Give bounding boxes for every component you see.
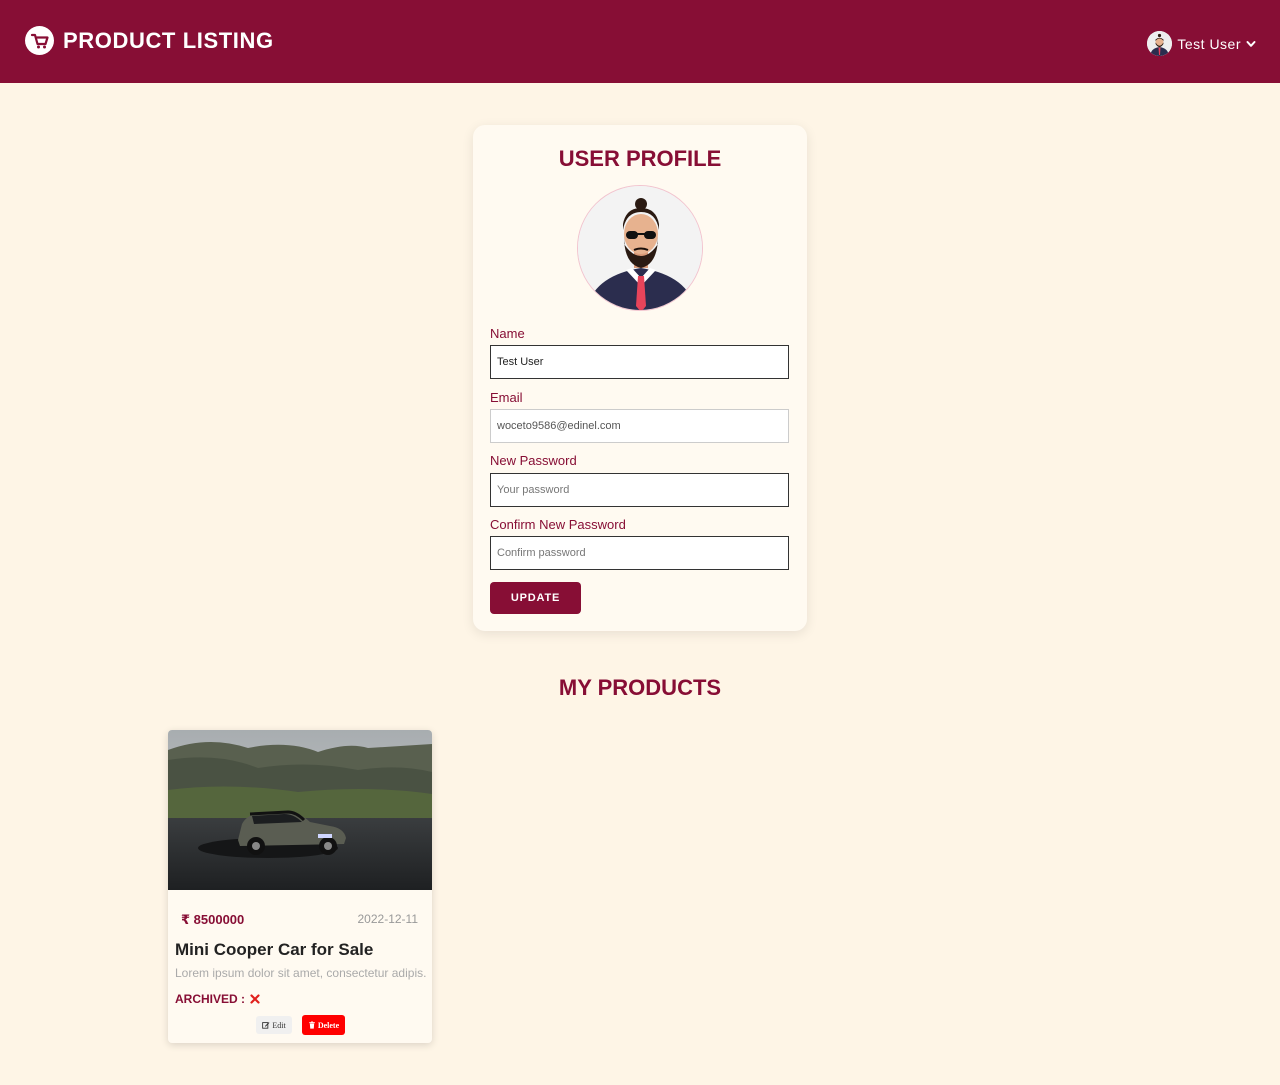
avatar (1147, 31, 1173, 56)
trash-icon (309, 1021, 315, 1029)
brand-title: PRODUCT LISTING (63, 27, 274, 53)
user-menu[interactable]: Test User (1147, 31, 1256, 56)
product-name[interactable]: Mini Cooper Car for Sale (175, 940, 373, 960)
page-title: USER PROFILE (558, 146, 722, 171)
user-name: Test User (1177, 35, 1241, 52)
update-button[interactable]: UPDATE (490, 582, 581, 614)
new-password-label: New Password (490, 453, 577, 468)
product-card: ₹ 8500000 2022-12-11 Mini Cooper Car for… (168, 730, 432, 1043)
email-label: Email (490, 390, 523, 405)
delete-label: Delete (317, 1020, 340, 1030)
brand[interactable]: PRODUCT LISTING (25, 26, 274, 55)
cart-logo-icon (25, 26, 54, 55)
profile-avatar (577, 185, 703, 311)
archived-status: ARCHIVED : (175, 992, 260, 1006)
edit-label: Edit (272, 1020, 286, 1030)
email-field[interactable] (490, 409, 789, 443)
product-image[interactable] (168, 730, 432, 890)
product-price: ₹ 8500000 (181, 912, 245, 927)
archived-label: ARCHIVED : (175, 992, 246, 1006)
name-input[interactable] (490, 345, 789, 379)
name-label: Name (490, 326, 525, 341)
delete-button[interactable]: Delete (302, 1015, 345, 1035)
product-date: 2022-12-11 (357, 912, 419, 926)
product-description: Lorem ipsum dolor sit amet, consectetur … (175, 966, 427, 980)
section-title-my-products: MY PRODUCTS (558, 675, 722, 700)
chevron-down-icon (1246, 40, 1256, 47)
confirm-password-input[interactable] (490, 536, 789, 570)
navbar: PRODUCT LISTING Test User (0, 0, 1280, 83)
new-password-input[interactable] (490, 473, 789, 507)
edit-icon (262, 1022, 270, 1029)
profile-card: USER PROFILE Name Email New Password Con… (473, 125, 807, 631)
confirm-password-label: Confirm New Password (490, 517, 626, 532)
edit-button[interactable]: Edit (256, 1016, 292, 1034)
x-icon (250, 994, 260, 1004)
